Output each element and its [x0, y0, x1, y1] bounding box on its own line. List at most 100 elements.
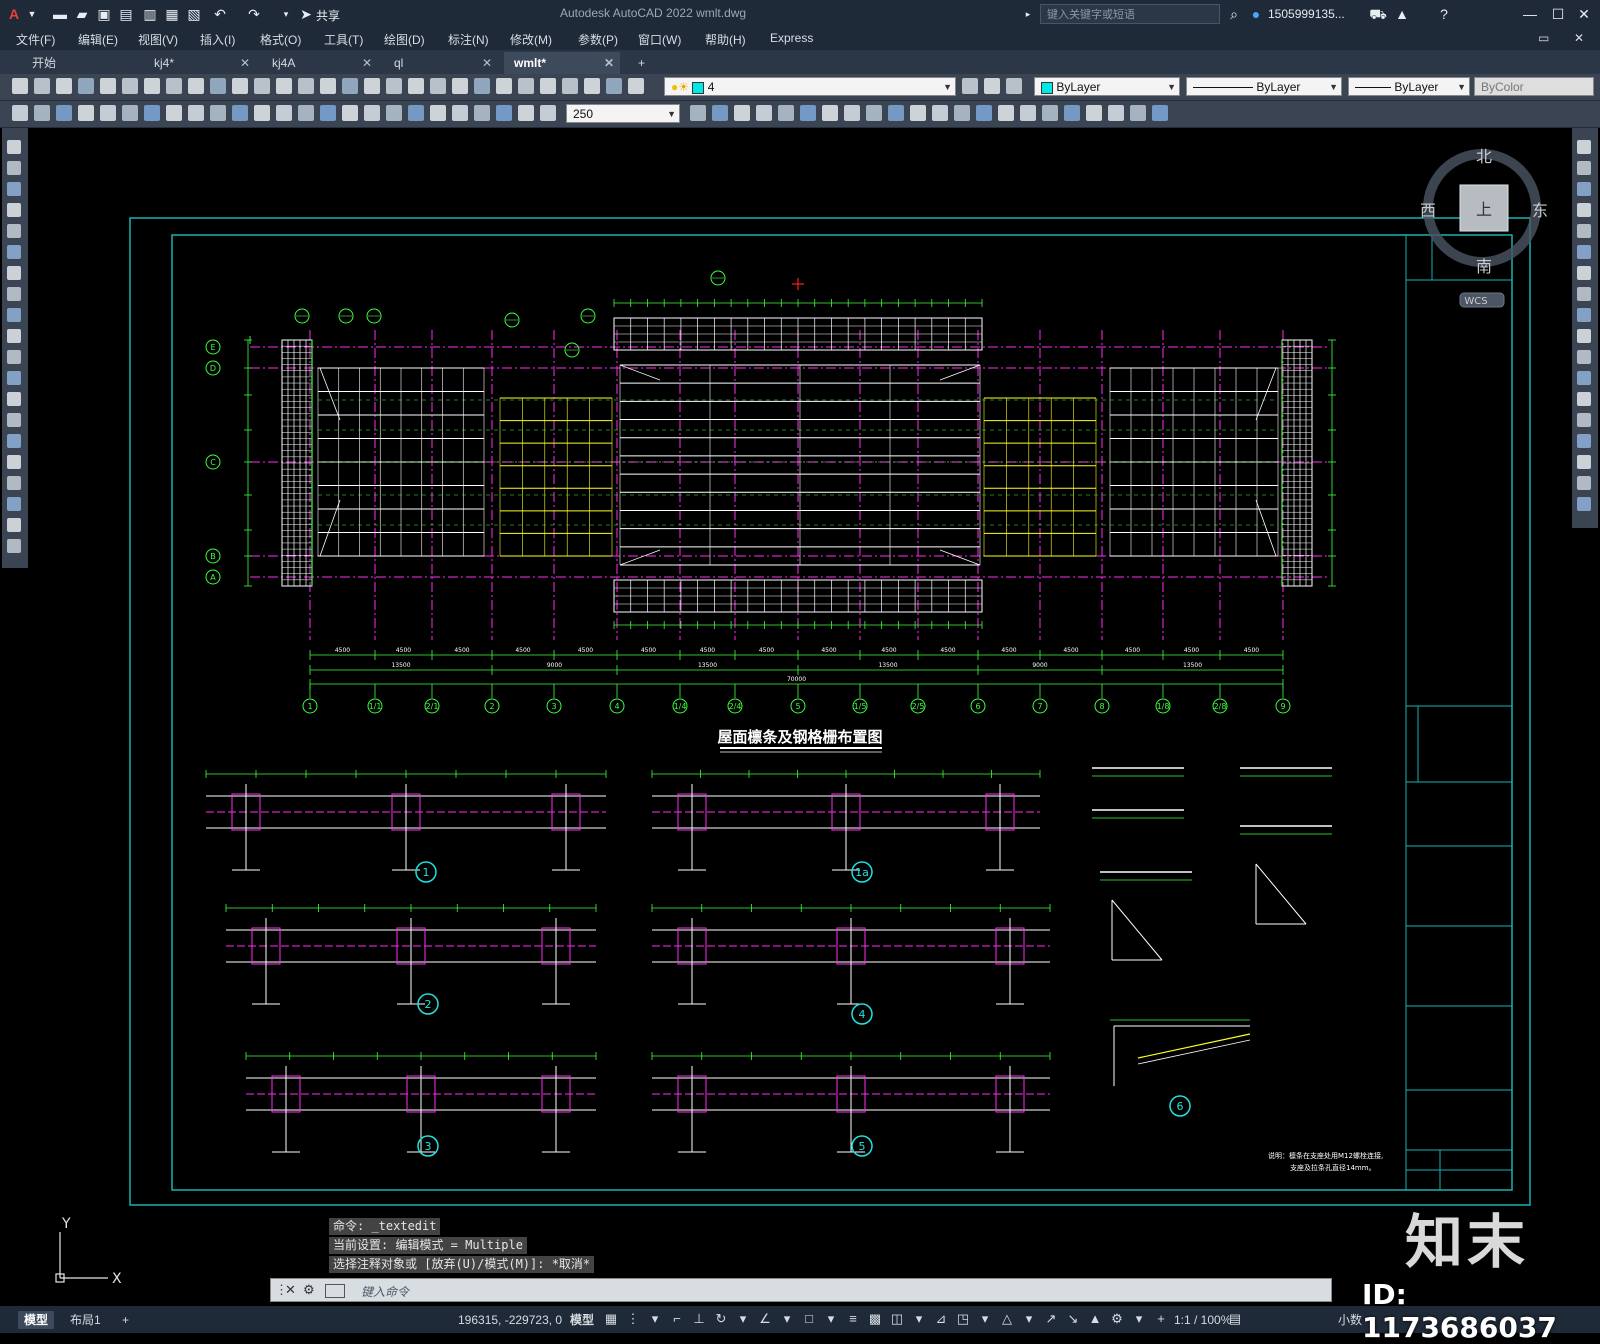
- user-icon[interactable]: ●: [1246, 4, 1266, 24]
- toolbar2-tool-31-icon[interactable]: [800, 105, 816, 121]
- autocad-logo-icon[interactable]: A: [4, 4, 24, 24]
- layer-combo[interactable]: ●☀ 4 ▼: [664, 77, 956, 96]
- toolbar1-tool-5-icon[interactable]: [100, 78, 116, 94]
- new-tab-button[interactable]: +: [632, 52, 656, 74]
- new-icon[interactable]: ▬: [50, 4, 70, 24]
- tab-start[interactable]: 开始: [22, 52, 132, 74]
- modify-tool-14-icon[interactable]: [1577, 413, 1591, 427]
- share-label[interactable]: 共享: [316, 7, 340, 24]
- toolbar2-tool-1-icon[interactable]: [12, 105, 28, 121]
- toolbar2-tool-35-icon[interactable]: [888, 105, 904, 121]
- status-toggle-19-icon[interactable]: △: [1000, 1312, 1014, 1326]
- customize-icon[interactable]: ⚙: [303, 1282, 315, 1298]
- drawing-canvas[interactable]: 4500 4500 4500 4500 4500 4500 4500 4500 4500 4500…: [28, 128, 1566, 1308]
- tab-ql[interactable]: ql ✕: [384, 52, 498, 74]
- status-toggle-5-icon[interactable]: ⊥: [692, 1312, 706, 1326]
- toolbar2-tool-47-icon[interactable]: [1152, 105, 1168, 121]
- modify-tool-11-icon[interactable]: [1577, 350, 1591, 364]
- toolbar2-tool-19-icon[interactable]: [408, 105, 424, 121]
- toolbar1-tool-24-icon[interactable]: [518, 78, 534, 94]
- status-toggle-4-icon[interactable]: ⌐: [670, 1312, 684, 1326]
- toolbar2-tool-41-icon[interactable]: [1020, 105, 1036, 121]
- search-icon[interactable]: ⌕: [1224, 4, 1244, 24]
- toolbar2-tool-11-icon[interactable]: [232, 105, 248, 121]
- modify-tool-7-icon[interactable]: [1577, 266, 1591, 280]
- toolbar1-tool-20-icon[interactable]: [430, 78, 446, 94]
- tab-model[interactable]: 模型: [18, 1311, 55, 1329]
- app-menu-chevron-icon[interactable]: ▼: [22, 4, 42, 24]
- toolbar2-tool-2-icon[interactable]: [34, 105, 50, 121]
- draw-tool-3-icon[interactable]: [7, 182, 21, 196]
- toolbar1-tool-23-icon[interactable]: [496, 78, 512, 94]
- a360-icon[interactable]: ▲: [1392, 4, 1412, 24]
- toolbar1-tool-1-icon[interactable]: [12, 78, 28, 94]
- toolbar2-tool-26-icon[interactable]: [690, 105, 706, 121]
- toolbar2-tool-39-icon[interactable]: [976, 105, 992, 121]
- tab-wmlt-star[interactable]: wmlt* ✕: [504, 52, 620, 74]
- toolbar2-tool-27-icon[interactable]: [712, 105, 728, 121]
- search-input[interactable]: 键入关键字或短语: [1040, 4, 1220, 24]
- command-close-icon[interactable]: ✕: [285, 1282, 296, 1298]
- toolbar1-tool-19-icon[interactable]: [408, 78, 424, 94]
- status-toggle-14-icon[interactable]: ◫: [890, 1312, 904, 1326]
- add-layout-button[interactable]: +: [116, 1311, 135, 1329]
- toolbar1-tool-2-icon[interactable]: [34, 78, 50, 94]
- status-toggle-6-icon[interactable]: ↻: [714, 1312, 728, 1326]
- quick-access-more-icon[interactable]: ▾: [276, 4, 296, 24]
- draw-tool-18-icon[interactable]: [7, 497, 21, 511]
- draw-tool-20-icon[interactable]: [7, 539, 21, 553]
- toolbar1-tool-9-icon[interactable]: [188, 78, 204, 94]
- modify-tool-6-icon[interactable]: [1577, 245, 1591, 259]
- toolbar1-tool-21-icon[interactable]: [452, 78, 468, 94]
- cart-icon[interactable]: ⛟: [1368, 4, 1388, 24]
- modify-tool-5-icon[interactable]: [1577, 224, 1591, 238]
- toolbar2-tool-18-icon[interactable]: [386, 105, 402, 121]
- toolbar1-tool-15-icon[interactable]: [320, 78, 336, 94]
- toolbar2-tool-32-icon[interactable]: [822, 105, 838, 121]
- status-toggle-25-icon[interactable]: ▾: [1132, 1312, 1146, 1326]
- draw-tool-7-icon[interactable]: [7, 266, 21, 280]
- menu-file[interactable]: 文件(F): [16, 31, 55, 48]
- toolbar2-tool-8-icon[interactable]: [166, 105, 182, 121]
- status-toggle-9-icon[interactable]: ▾: [780, 1312, 794, 1326]
- tab-kj4-star[interactable]: kj4* ✕: [144, 52, 256, 74]
- toolbar2-tool-33-icon[interactable]: [844, 105, 860, 121]
- menu-tools[interactable]: 工具(T): [324, 31, 363, 48]
- menu-help[interactable]: 帮助(H): [705, 31, 746, 48]
- toolbar1-tool-16-icon[interactable]: [342, 78, 358, 94]
- doc-close-icon[interactable]: ✕: [1574, 31, 1584, 45]
- linetype-combo[interactable]: ByLayer ▼: [1186, 77, 1342, 96]
- tab-kj4a[interactable]: kj4A ✕: [262, 52, 378, 74]
- status-toggle-17-icon[interactable]: ◳: [956, 1312, 970, 1326]
- redo-icon[interactable]: ↷: [244, 4, 264, 24]
- toolbar2-tool-15-icon[interactable]: [320, 105, 336, 121]
- toolbar1-tool-17-icon[interactable]: [364, 78, 380, 94]
- menu-modify[interactable]: 修改(M): [510, 31, 552, 48]
- toolbar1-tool-12-icon[interactable]: [254, 78, 270, 94]
- draw-tool-15-icon[interactable]: [7, 434, 21, 448]
- toolbar1-tool-7-icon[interactable]: [144, 78, 160, 94]
- lineweight-combo[interactable]: ByLayer ▼: [1348, 77, 1470, 96]
- modify-tool-4-icon[interactable]: [1577, 203, 1591, 217]
- toolbar2-tool-14-icon[interactable]: [298, 105, 314, 121]
- toolbar2-tool-20-icon[interactable]: [430, 105, 446, 121]
- toolbar2-tool-25-icon[interactable]: [540, 105, 556, 121]
- modify-tool-17-icon[interactable]: [1577, 476, 1591, 490]
- toolbar2-tool-37-icon[interactable]: [932, 105, 948, 121]
- status-toggle-23-icon[interactable]: ▲: [1088, 1312, 1102, 1326]
- status-toggle-21-icon[interactable]: ↗: [1044, 1312, 1058, 1326]
- menu-draw[interactable]: 绘图(D): [384, 31, 425, 48]
- status-toggle-13-icon[interactable]: ▩: [868, 1312, 882, 1326]
- modify-tool-2-icon[interactable]: [1577, 161, 1591, 175]
- draw-tool-19-icon[interactable]: [7, 518, 21, 532]
- user-name[interactable]: 1505999135...: [1268, 7, 1345, 21]
- toolbar1-tool-4-icon[interactable]: [78, 78, 94, 94]
- toolbar1-tool-31-icon[interactable]: [984, 78, 1000, 94]
- tab-layout1[interactable]: 布局1: [64, 1311, 107, 1329]
- toolbar2-tool-22-icon[interactable]: [474, 105, 490, 121]
- open-icon[interactable]: ▰: [72, 4, 92, 24]
- toolbar2-tool-17-icon[interactable]: [364, 105, 380, 121]
- toolbar1-tool-6-icon[interactable]: [122, 78, 138, 94]
- status-toggle-22-icon[interactable]: ↘: [1066, 1312, 1080, 1326]
- toolbar1-tool-28-icon[interactable]: [606, 78, 622, 94]
